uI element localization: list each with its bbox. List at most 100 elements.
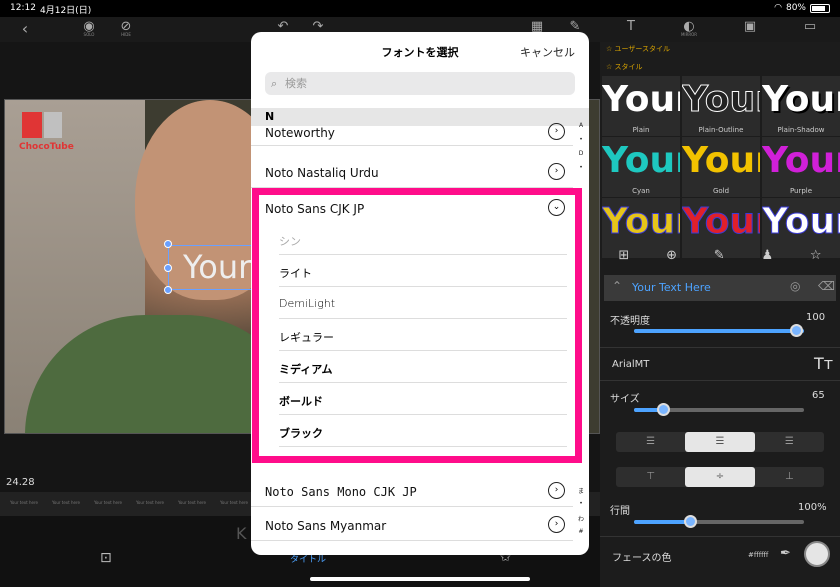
home-indicator xyxy=(310,577,530,581)
mirror-label: MIRROR xyxy=(680,32,698,37)
divider xyxy=(600,536,840,537)
font-row-noteworthy[interactable]: Noteworthy › xyxy=(251,118,573,146)
chocotube-logo: ChocoTube xyxy=(17,110,87,160)
index-letter[interactable]: • xyxy=(575,164,587,178)
line-spacing-fill xyxy=(634,520,691,524)
battery-icon xyxy=(810,3,830,13)
resize-handle[interactable] xyxy=(164,286,172,294)
style-preset[interactable]: Your Purple xyxy=(762,137,840,197)
status-date: 4月12日(日) xyxy=(40,6,92,16)
user-styles-text: ユーザースタイル xyxy=(614,45,671,53)
style-panel: ☆ ユーザースタイル ☆ スタイル Your Plain Your Plain-Out… xyxy=(600,42,840,587)
timeline-clip[interactable]: Your text here xyxy=(136,500,164,505)
solo-button[interactable]: ◉ SOLO xyxy=(76,19,102,41)
style-preset[interactable]: Your Plain-Outline xyxy=(682,76,760,136)
index-letter[interactable] xyxy=(575,472,587,486)
index-letter[interactable]: • xyxy=(575,500,587,514)
size-value: 65 xyxy=(812,390,825,401)
font-row-noto-sans-mono[interactable]: Noto Sans Mono CJK JP › xyxy=(251,475,573,507)
style-preset[interactable]: Your Gold xyxy=(682,137,760,197)
style-preset[interactable]: Your Cyan xyxy=(602,137,680,197)
chevron-right-icon[interactable]: › xyxy=(548,516,565,533)
text-icon[interactable]: T xyxy=(618,19,644,41)
highlight-frame xyxy=(252,188,582,463)
font-row-noto-nastaliq[interactable]: Noto Nastaliq Urdu › xyxy=(251,156,573,188)
keyframe-icon[interactable]: K xyxy=(236,524,247,543)
add-icon[interactable]: ⊞ xyxy=(618,248,629,270)
styles-label: ☆ スタイル xyxy=(606,63,643,71)
index-letter[interactable]: わ xyxy=(575,514,587,528)
style-preset[interactable]: Your Plain-Shadow xyxy=(762,76,840,136)
chevron-right-icon[interactable]: › xyxy=(548,482,565,499)
chevron-right-icon[interactable]: › xyxy=(548,123,565,140)
font-row-noto-sans-myanmar[interactable]: Noto Sans Myanmar › xyxy=(251,509,573,541)
resize-handle[interactable] xyxy=(164,240,172,248)
trash-icon[interactable]: ⌫ xyxy=(818,279,835,293)
style-preview-text: Your xyxy=(602,79,680,120)
font-name: Noteworthy xyxy=(265,126,335,140)
layout-icon[interactable]: ▣ xyxy=(737,19,763,41)
image-icon[interactable]: ▭ xyxy=(797,19,823,41)
font-name: Noto Sans Mono CJK JP xyxy=(265,485,417,499)
hide-button[interactable]: ⊘ HIDE xyxy=(113,19,139,41)
panel-icon-row: ⊞ ⊕ ✎ ♟ ☆ xyxy=(600,248,840,270)
align-bottom-icon[interactable]: ⊥ xyxy=(755,467,824,487)
eyedropper-icon[interactable]: ✒ xyxy=(780,546,791,561)
align-middle-icon[interactable]: ÷ xyxy=(685,467,755,487)
mirror-button[interactable]: ◐ MIRROR xyxy=(676,19,702,41)
timeline-clip[interactable]: Your text here xyxy=(220,500,248,505)
size-knob[interactable] xyxy=(657,403,670,416)
eye-icon[interactable]: ◎ xyxy=(790,279,800,293)
search-input[interactable]: ⌕ 検索 xyxy=(265,72,575,95)
timeline-clip[interactable]: Your text here xyxy=(178,500,206,505)
style-name: Plain-Shadow xyxy=(777,126,825,134)
font-name[interactable]: ArialMT xyxy=(612,359,649,370)
cancel-button[interactable]: キャンセル xyxy=(520,44,575,60)
star-icon[interactable]: ☆ xyxy=(810,248,822,270)
divider xyxy=(600,347,840,348)
size-label: サイズ xyxy=(610,394,640,405)
stamp-icon[interactable]: ♟ xyxy=(761,248,773,270)
style-name: Gold xyxy=(712,187,730,195)
style-preset[interactable]: Your Plain xyxy=(602,76,680,136)
modal-header: フォントを選択 キャンセル xyxy=(251,32,589,72)
logo-text: ChocoTube xyxy=(19,142,74,152)
align-center-icon[interactable]: ☰ xyxy=(685,432,755,452)
timeline-clip[interactable]: Your text here xyxy=(52,500,80,505)
index-letter[interactable]: • xyxy=(575,136,587,150)
focus-icon[interactable]: ⊡ xyxy=(100,550,112,566)
timeline-clip[interactable]: Your text here xyxy=(10,500,38,505)
font-name: Noto Nastaliq Urdu xyxy=(265,166,379,180)
back-chevron-icon[interactable]: ‹ xyxy=(12,19,38,41)
style-preview-text: Your xyxy=(682,140,760,181)
timeline-clip[interactable]: Your text here xyxy=(94,500,122,505)
opacity-slider[interactable] xyxy=(634,324,804,337)
align-horizontal-control[interactable]: ☰ ☰ ☰ xyxy=(616,432,824,452)
align-vertical-control[interactable]: ⊤ ÷ ⊥ xyxy=(616,467,824,487)
wifi-icon: ◠ xyxy=(774,3,782,13)
style-preview-text: Your xyxy=(602,201,680,242)
text-layer-item[interactable]: ⌃ Your Text Here ◎ ⌫ xyxy=(604,275,836,301)
align-left-icon[interactable]: ☰ xyxy=(616,432,685,452)
hide-label: HIDE xyxy=(121,32,131,37)
chevron-right-icon[interactable]: › xyxy=(548,163,565,180)
line-spacing-slider[interactable] xyxy=(634,515,804,528)
line-spacing-knob[interactable] xyxy=(684,515,697,528)
index-letter[interactable]: ま xyxy=(575,486,587,500)
edit-icon[interactable]: ✎ xyxy=(714,248,725,270)
size-slider[interactable] xyxy=(634,403,804,416)
resize-handle[interactable] xyxy=(164,264,172,272)
add-layer-icon[interactable]: ⊕ xyxy=(666,248,677,270)
face-color-label: フェースの色 xyxy=(612,553,672,564)
align-top-icon[interactable]: ⊤ xyxy=(616,467,685,487)
index-letter[interactable]: A xyxy=(575,122,587,136)
index-letter[interactable]: D xyxy=(575,150,587,164)
index-letter[interactable]: # xyxy=(575,528,587,542)
face-color-swatch[interactable] xyxy=(804,541,830,567)
style-preview-text: Your xyxy=(602,140,680,181)
opacity-knob[interactable] xyxy=(790,324,803,337)
font-size-icon[interactable]: Tт xyxy=(814,354,833,373)
align-right-icon[interactable]: ☰ xyxy=(755,432,824,452)
status-time: 12:12 xyxy=(10,3,36,13)
chevron-up-icon[interactable]: ⌃ xyxy=(612,279,622,293)
